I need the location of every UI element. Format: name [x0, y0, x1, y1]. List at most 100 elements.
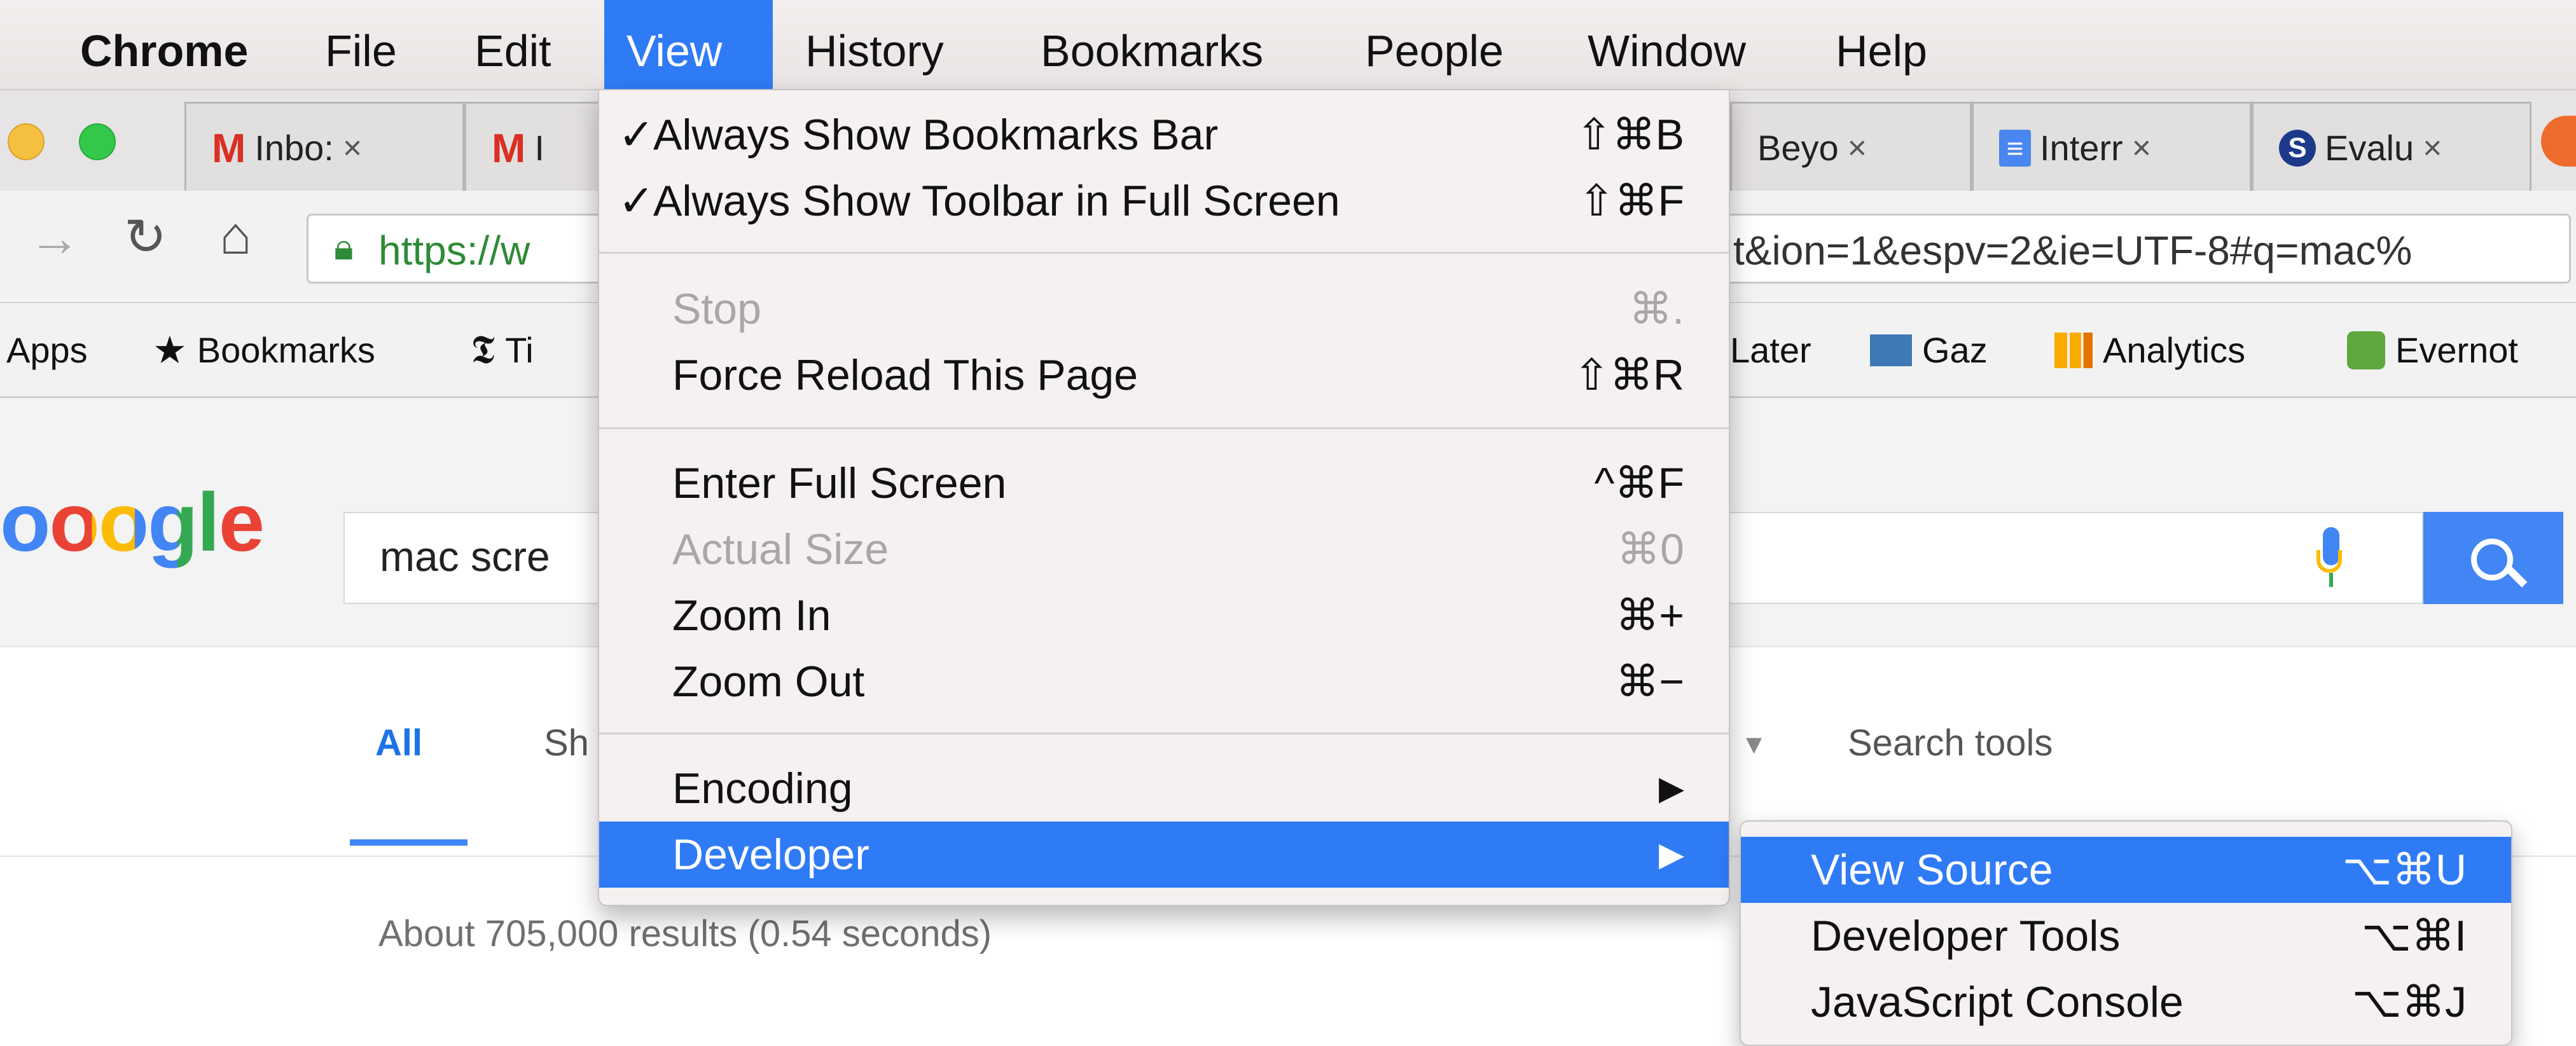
- shortcut-label: ⇧⌘B: [1575, 111, 1684, 159]
- evernote-icon: [2347, 331, 2385, 369]
- menu-item-developer-tools[interactable]: Developer Tools ⌥⌘I: [1741, 903, 2511, 969]
- shortcut-label: ⌘+: [1616, 591, 1684, 640]
- analytics-icon: [2054, 332, 2093, 368]
- submenu-arrow-icon: ▶: [1659, 770, 1684, 807]
- shortcut-label: ⌥⌘I: [2361, 912, 2467, 960]
- menu-chrome[interactable]: Chrome: [64, 0, 265, 89]
- menu-item-enter-full-screen[interactable]: Enter Full Screen ^⌘F: [599, 450, 1729, 516]
- active-tab-indicator: [350, 839, 467, 846]
- menu-item-always-show-toolbar[interactable]: ✓ Always Show Toolbar in Full Screen ⇧⌘F: [599, 168, 1729, 234]
- menu-item-label: Actual Size: [672, 525, 889, 574]
- bookmark-bookmarks[interactable]: ★ Bookmarks: [153, 304, 375, 396]
- shortcut-label: ^⌘F: [1594, 459, 1684, 507]
- bookmark-label: Bookmarks: [197, 330, 375, 370]
- checkmark-icon: ✓: [618, 111, 654, 159]
- shortcut-label: ⇧⌘F: [1578, 177, 1684, 225]
- tab-all[interactable]: All: [375, 722, 422, 764]
- search-tools[interactable]: Search tools: [1848, 722, 2053, 764]
- menu-item-encoding[interactable]: Encoding ▶: [599, 755, 1729, 822]
- menu-history[interactable]: History: [789, 0, 960, 89]
- bookmark-label: Later: [1730, 330, 1811, 370]
- menu-item-label: Always Show Bookmarks Bar: [653, 111, 1219, 159]
- developer-submenu: View Source ⌥⌘U Developer Tools ⌥⌘I Java…: [1740, 820, 2512, 1046]
- bookmark-analytics[interactable]: Analytics: [2054, 304, 2245, 396]
- menu-bookmarks[interactable]: Bookmarks: [1024, 0, 1280, 89]
- home-icon[interactable]: ⌂: [219, 205, 252, 266]
- bookmark-label: Gaz: [1922, 330, 1988, 370]
- nyt-logo-icon: 𝕿: [471, 328, 495, 372]
- url-text-left: https://w: [378, 228, 530, 273]
- results-info: About 705,000 results (0.54 seconds): [378, 913, 992, 954]
- bookmark-gaz[interactable]: Gaz: [1870, 304, 1988, 396]
- google-logo[interactable]: ooogle: [0, 474, 265, 570]
- minimize-button[interactable]: [8, 123, 45, 160]
- menu-item-label: View Source: [1811, 846, 2053, 894]
- menu-separator: [599, 427, 1729, 429]
- tab-label: Inbo:: [254, 128, 334, 168]
- menu-item-always-show-bookmarks-bar[interactable]: ✓ Always Show Bookmarks Bar ⇧⌘B: [599, 102, 1729, 168]
- menu-view[interactable]: View: [604, 0, 773, 89]
- microphone-icon[interactable]: [2316, 527, 2346, 591]
- search-icon: [2471, 539, 2513, 581]
- menu-edit[interactable]: Edit: [458, 0, 568, 89]
- gmail-icon: M: [212, 125, 246, 171]
- menu-separator: [599, 252, 1729, 254]
- s-logo-icon: S: [2279, 130, 2316, 167]
- bookmark-evernote[interactable]: Evernot: [2347, 304, 2518, 396]
- menu-item-label: Encoding: [672, 764, 853, 813]
- docs-icon: ≡: [1999, 130, 2031, 167]
- shortcut-label: ⌘−: [1616, 657, 1684, 706]
- tab-docs[interactable]: ≡ Interr ×: [1972, 102, 2252, 191]
- menu-item-force-reload[interactable]: Force Reload This Page ⇧⌘R: [599, 342, 1729, 408]
- menu-item-label: Always Show Toolbar in Full Screen: [653, 177, 1340, 225]
- menu-separator: [599, 733, 1729, 734]
- shortcut-label: ⌥⌘J: [2351, 978, 2467, 1026]
- search-button[interactable]: [2423, 512, 2563, 604]
- tab-beyo[interactable]: Beyo ×: [1730, 102, 1972, 191]
- shortcut-label: ⌘.: [1629, 285, 1684, 333]
- search-icon-handle: [2505, 565, 2528, 588]
- bookmark-later[interactable]: Later: [1730, 304, 1811, 396]
- zoom-button[interactable]: [79, 123, 116, 160]
- menu-window[interactable]: Window: [1571, 0, 1762, 89]
- menu-item-zoom-out[interactable]: Zoom Out ⌘−: [599, 649, 1729, 715]
- menu-item-label: Zoom In: [672, 591, 831, 640]
- menu-item-label: Stop: [672, 285, 761, 333]
- menu-item-label: Zoom Out: [672, 657, 865, 706]
- gmail-icon: M: [492, 125, 526, 171]
- bookmark-label: Apps: [6, 330, 88, 370]
- view-menu: ✓ Always Show Bookmarks Bar ⇧⌘B ✓ Always…: [598, 89, 1730, 906]
- menu-people[interactable]: People: [1348, 0, 1520, 89]
- close-icon[interactable]: ×: [2423, 104, 2442, 193]
- menu-item-zoom-in[interactable]: Zoom In ⌘+: [599, 582, 1729, 649]
- tab-inbox[interactable]: M Inbo: ×: [184, 102, 464, 191]
- close-icon[interactable]: ×: [1848, 104, 1867, 193]
- menu-item-developer[interactable]: Developer ▶: [599, 822, 1729, 888]
- star-icon: ★: [153, 329, 187, 371]
- gazette-icon: [1870, 334, 1912, 366]
- close-icon[interactable]: ×: [2132, 104, 2151, 193]
- menu-file[interactable]: File: [308, 0, 413, 89]
- menu-help[interactable]: Help: [1819, 0, 1944, 89]
- menu-item-view-source[interactable]: View Source ⌥⌘U: [1741, 837, 2511, 903]
- dropdown-arrow-icon[interactable]: ▾: [1746, 725, 1762, 762]
- bookmark-nyt[interactable]: 𝕿 Ti: [471, 304, 534, 396]
- forward-icon[interactable]: →: [29, 209, 81, 268]
- tab-evalu[interactable]: S Evalu ×: [2252, 102, 2531, 191]
- menu-bar: Chrome File Edit View History Bookmarks …: [0, 0, 2576, 90]
- checkmark-icon: ✓: [618, 177, 654, 225]
- menu-item-actual-size: Actual Size ⌘0: [599, 516, 1729, 582]
- tab-label: Interr: [2040, 128, 2123, 168]
- tab-partial[interactable]: [2541, 116, 2576, 167]
- reload-icon[interactable]: ↻: [124, 207, 167, 266]
- bookmark-apps[interactable]: Apps: [6, 304, 88, 396]
- menu-item-javascript-console[interactable]: JavaScript Console ⌥⌘J: [1741, 969, 2511, 1035]
- tab-label: I: [534, 128, 544, 168]
- url-text-right: t&ion=1&espv=2&ie=UTF-8#q=mac%: [1733, 228, 2413, 273]
- bookmark-label: Ti: [505, 330, 534, 370]
- tab-shopping[interactable]: Sh: [544, 722, 589, 764]
- search-query-text: mac scre: [380, 533, 550, 580]
- tab-label: Beyo: [1757, 128, 1839, 168]
- menu-item-stop: Stop ⌘.: [599, 276, 1729, 342]
- close-icon[interactable]: ×: [343, 104, 362, 193]
